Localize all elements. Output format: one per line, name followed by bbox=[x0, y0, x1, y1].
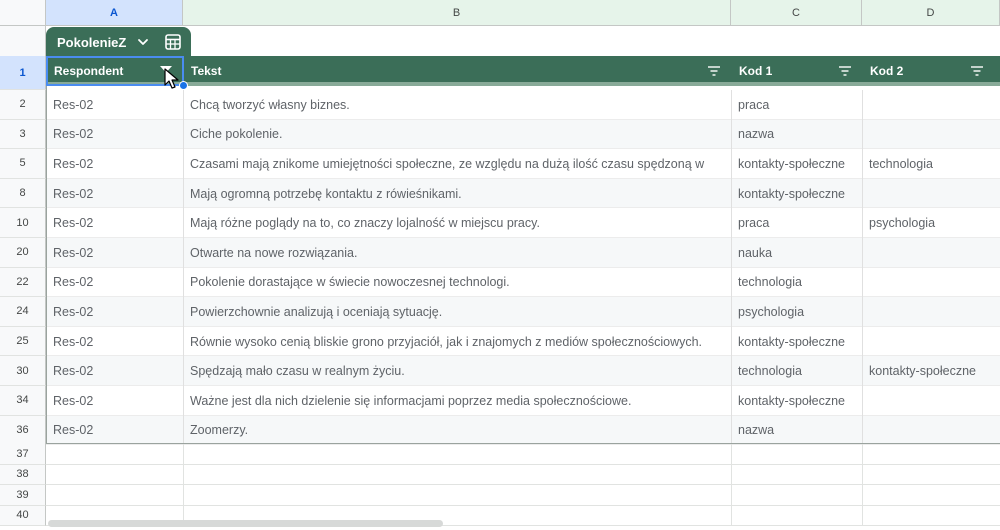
cell-kod1[interactable]: kontakty-społeczne bbox=[731, 179, 862, 209]
cell-respondent[interactable]: Res-02 bbox=[46, 416, 183, 446]
cell-respondent[interactable]: Res-02 bbox=[46, 120, 183, 150]
cell-kod1[interactable]: kontakty-społeczne bbox=[731, 149, 862, 179]
row-number[interactable]: 34 bbox=[0, 386, 46, 416]
column-divider bbox=[731, 90, 732, 446]
cell-kod1[interactable]: technologia bbox=[731, 356, 862, 386]
cell-respondent[interactable]: Res-02 bbox=[46, 179, 183, 209]
column-header-c[interactable]: C bbox=[731, 0, 862, 26]
header-kod-2[interactable]: Kod 2 bbox=[862, 56, 1000, 86]
row-number[interactable]: 8 bbox=[0, 178, 46, 209]
row-number[interactable]: 37 bbox=[0, 444, 46, 465]
table-name-chip[interactable]: PokolenieZ bbox=[46, 27, 191, 57]
cell-kod2[interactable]: psychologia bbox=[862, 208, 1000, 238]
mouse-pointer-icon bbox=[164, 68, 179, 89]
cell-kod2[interactable] bbox=[862, 416, 1000, 446]
header-label: Kod 1 bbox=[739, 64, 773, 78]
row-number[interactable]: 30 bbox=[0, 356, 46, 386]
cell-tekst[interactable]: Ciche pokolenie. bbox=[183, 120, 731, 150]
grid-line bbox=[183, 444, 184, 526]
cell-kod2[interactable] bbox=[862, 179, 1000, 209]
cell-kod1[interactable]: technologia bbox=[731, 268, 862, 298]
cell-tekst[interactable]: Mają ogromną potrzebę kontaktu z rówieśn… bbox=[183, 179, 731, 209]
cell-respondent[interactable]: Res-02 bbox=[46, 386, 183, 416]
grid-line bbox=[862, 444, 863, 526]
row-number[interactable]: 3 bbox=[0, 119, 46, 150]
cell-respondent[interactable]: Res-02 bbox=[46, 356, 183, 386]
cell-respondent[interactable]: Res-02 bbox=[46, 149, 183, 179]
cell-tekst[interactable]: Otwarte na nowe rozwiązania. bbox=[183, 238, 731, 268]
row-number[interactable]: 20 bbox=[0, 238, 46, 268]
filter-icon[interactable] bbox=[707, 65, 721, 77]
column-header-b[interactable]: B bbox=[183, 0, 731, 26]
cell-kod2[interactable] bbox=[862, 238, 1000, 268]
cell-kod2[interactable] bbox=[862, 386, 1000, 416]
cell-tekst[interactable]: Spędzają mało czasu w realnym życiu. bbox=[183, 356, 731, 386]
select-all-corner[interactable] bbox=[0, 0, 46, 26]
row-number[interactable]: 10 bbox=[0, 208, 46, 238]
column-divider bbox=[862, 90, 863, 446]
row-number-1[interactable]: 1 bbox=[0, 56, 46, 90]
cell-respondent[interactable]: Res-02 bbox=[46, 327, 183, 357]
row-number[interactable]: 22 bbox=[0, 267, 46, 298]
filter-icon[interactable] bbox=[970, 65, 984, 77]
table-icon[interactable] bbox=[164, 33, 182, 51]
cell-tekst[interactable]: Ważne jest dla nich dzielenie się inform… bbox=[183, 386, 731, 416]
row-number[interactable]: 2 bbox=[0, 90, 46, 120]
cell-kod2[interactable] bbox=[862, 268, 1000, 298]
row-number[interactable]: 5 bbox=[0, 149, 46, 179]
table-name: PokolenieZ bbox=[57, 34, 127, 50]
cell-tekst[interactable]: Czasami mają znikome umiejętności społec… bbox=[183, 149, 731, 179]
cell-kod2[interactable]: technologia bbox=[862, 149, 1000, 179]
cell-tekst[interactable]: Chcą tworzyć własny biznes. bbox=[183, 90, 731, 120]
cell-kod2[interactable] bbox=[862, 120, 1000, 150]
cell-kod2[interactable] bbox=[862, 297, 1000, 327]
cell-tekst[interactable]: Mają różne poglądy na to, co znaczy loja… bbox=[183, 208, 731, 238]
column-header-d[interactable]: D bbox=[862, 0, 1000, 26]
cell-respondent[interactable]: Res-02 bbox=[46, 297, 183, 327]
cell-respondent[interactable]: Res-02 bbox=[46, 238, 183, 268]
cell-kod1[interactable]: praca bbox=[731, 208, 862, 238]
row-number[interactable]: 39 bbox=[0, 485, 46, 506]
cell-kod1[interactable]: psychologia bbox=[731, 297, 862, 327]
row-number[interactable]: 24 bbox=[0, 297, 46, 327]
empty-row[interactable] bbox=[46, 444, 1000, 465]
empty-row[interactable] bbox=[46, 465, 1000, 485]
grid-line bbox=[731, 444, 732, 526]
cell-kod1[interactable]: nazwa bbox=[731, 120, 862, 150]
cell-tekst[interactable]: Zoomerzy. bbox=[183, 416, 731, 446]
cell-tekst[interactable]: Powierzchownie analizują i oceniają sytu… bbox=[183, 297, 731, 327]
header-tekst[interactable]: Tekst bbox=[183, 56, 731, 86]
horizontal-scrollbar[interactable] bbox=[48, 520, 443, 527]
row-gutter-blank bbox=[0, 26, 46, 56]
cell-tekst[interactable]: Pokolenie dorastające w świecie nowoczes… bbox=[183, 268, 731, 298]
header-kod-1[interactable]: Kod 1 bbox=[731, 56, 862, 86]
header-label: Kod 2 bbox=[870, 64, 904, 78]
empty-row[interactable] bbox=[46, 485, 1000, 506]
cell-kod1[interactable]: kontakty-społeczne bbox=[731, 327, 862, 357]
cell-respondent[interactable]: Res-02 bbox=[46, 90, 183, 120]
column-divider bbox=[183, 90, 184, 446]
cell-kod1[interactable]: kontakty-społeczne bbox=[731, 386, 862, 416]
cell-kod1[interactable]: nazwa bbox=[731, 416, 862, 446]
cell-kod1[interactable]: nauka bbox=[731, 238, 862, 268]
column-header-a[interactable]: A bbox=[46, 0, 183, 26]
cell-respondent[interactable]: Res-02 bbox=[46, 268, 183, 298]
cell-kod2[interactable]: kontakty-społeczne bbox=[862, 356, 1000, 386]
header-label: Tekst bbox=[191, 64, 222, 78]
chevron-down-icon[interactable] bbox=[136, 35, 150, 49]
cell-respondent[interactable]: Res-02 bbox=[46, 208, 183, 238]
cell-tekst[interactable]: Równie wysoko cenią bliskie grono przyja… bbox=[183, 327, 731, 357]
row-number[interactable]: 40 bbox=[0, 505, 46, 526]
filter-icon[interactable] bbox=[838, 65, 852, 77]
row-number[interactable]: 25 bbox=[0, 326, 46, 357]
cell-kod2[interactable] bbox=[862, 327, 1000, 357]
row-number[interactable]: 38 bbox=[0, 464, 46, 485]
row-number[interactable]: 36 bbox=[0, 415, 46, 446]
cell-kod2[interactable] bbox=[862, 90, 1000, 120]
cell-kod1[interactable]: praca bbox=[731, 90, 862, 120]
